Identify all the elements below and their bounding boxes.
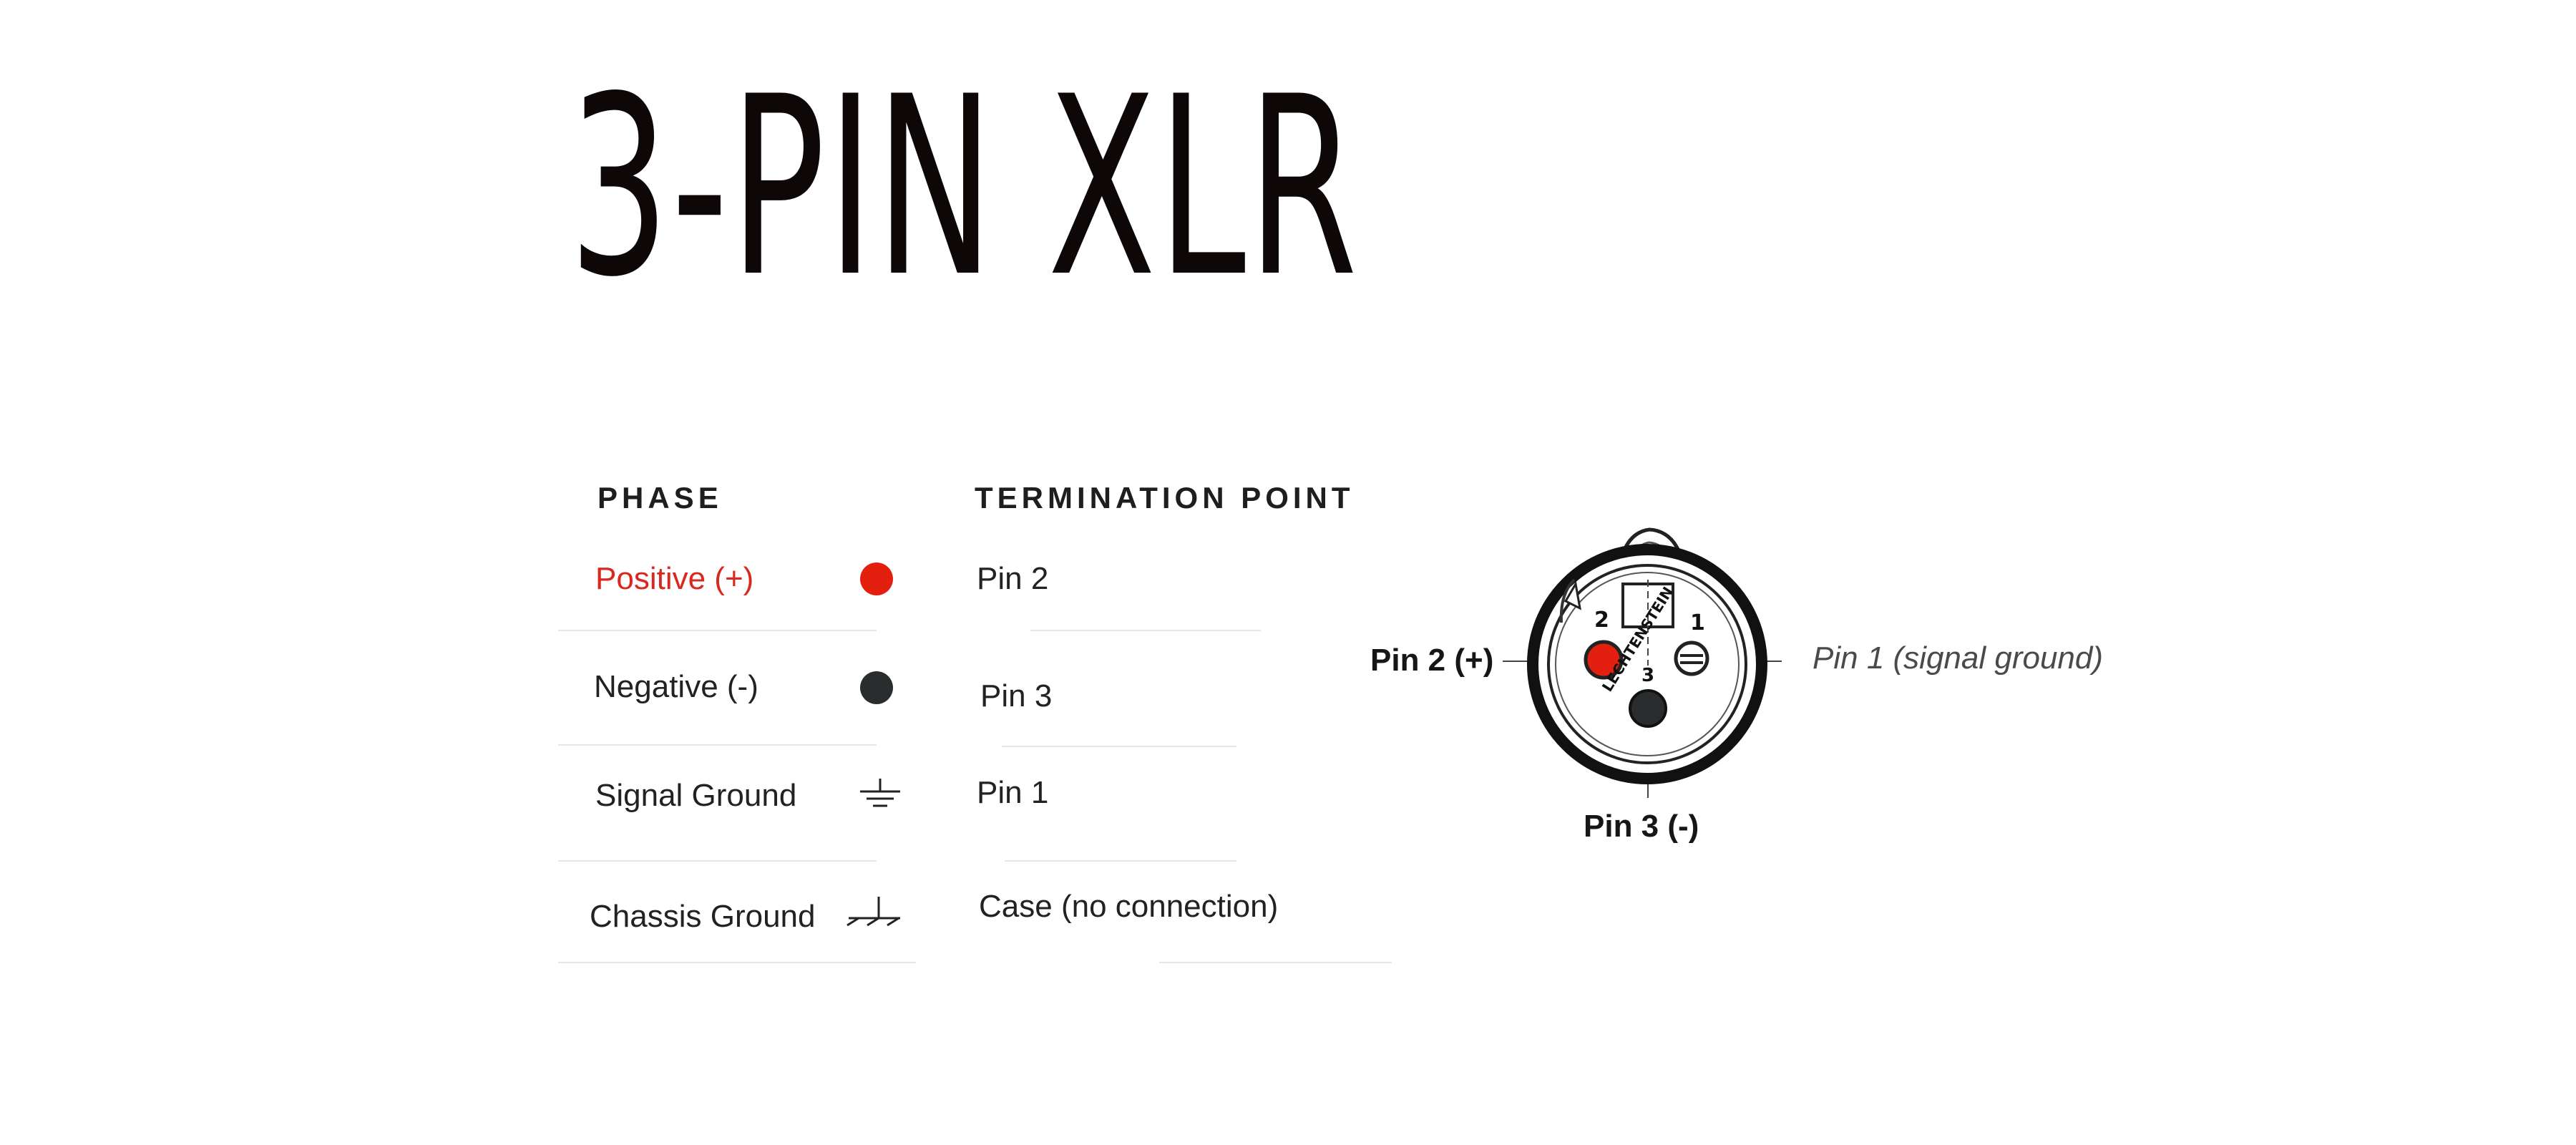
pin1-label: Pin 1 (signal ground): [1813, 640, 2104, 676]
xlr-connector-diagram: 2 1 3 LECHTENSTEIN: [1503, 527, 1782, 798]
termination-pin2: Pin 2: [977, 561, 1049, 596]
termination-case: Case (no connection): [979, 889, 1279, 924]
phase-negative: Negative (-): [594, 669, 758, 704]
phase-header: PHASE: [597, 481, 723, 515]
termination-pin1: Pin 1: [977, 775, 1049, 810]
black-dot-icon: [860, 671, 893, 704]
row-divider: [558, 962, 916, 963]
row-divider: [1002, 746, 1236, 747]
phase-positive: Positive (+): [595, 561, 754, 596]
pin2-label: Pin 2 (+): [1370, 643, 1494, 678]
red-dot-icon: [860, 562, 893, 595]
row-divider: [558, 744, 877, 746]
phase-chassis-ground: Chassis Ground: [590, 899, 816, 934]
page-title: 3-PIN XLR: [569, 44, 1360, 331]
row-divider: [1030, 630, 1261, 631]
chassis-ground-icon: [847, 897, 900, 927]
row-divider: [558, 860, 877, 862]
pin-number-3: 3: [1641, 665, 1654, 686]
row-divider: [1005, 860, 1236, 862]
phase-signal-ground: Signal Ground: [595, 778, 797, 813]
termination-pin3: Pin 3: [980, 678, 1053, 713]
pin-number-2: 2: [1594, 608, 1609, 633]
termination-header: TERMINATION POINT: [975, 481, 1355, 515]
signal-ground-icon: [860, 779, 900, 807]
row-divider: [558, 630, 877, 631]
pin-number-1: 1: [1690, 610, 1705, 635]
row-divider: [1159, 962, 1392, 963]
pin3-label: Pin 3 (-): [1584, 809, 1699, 844]
